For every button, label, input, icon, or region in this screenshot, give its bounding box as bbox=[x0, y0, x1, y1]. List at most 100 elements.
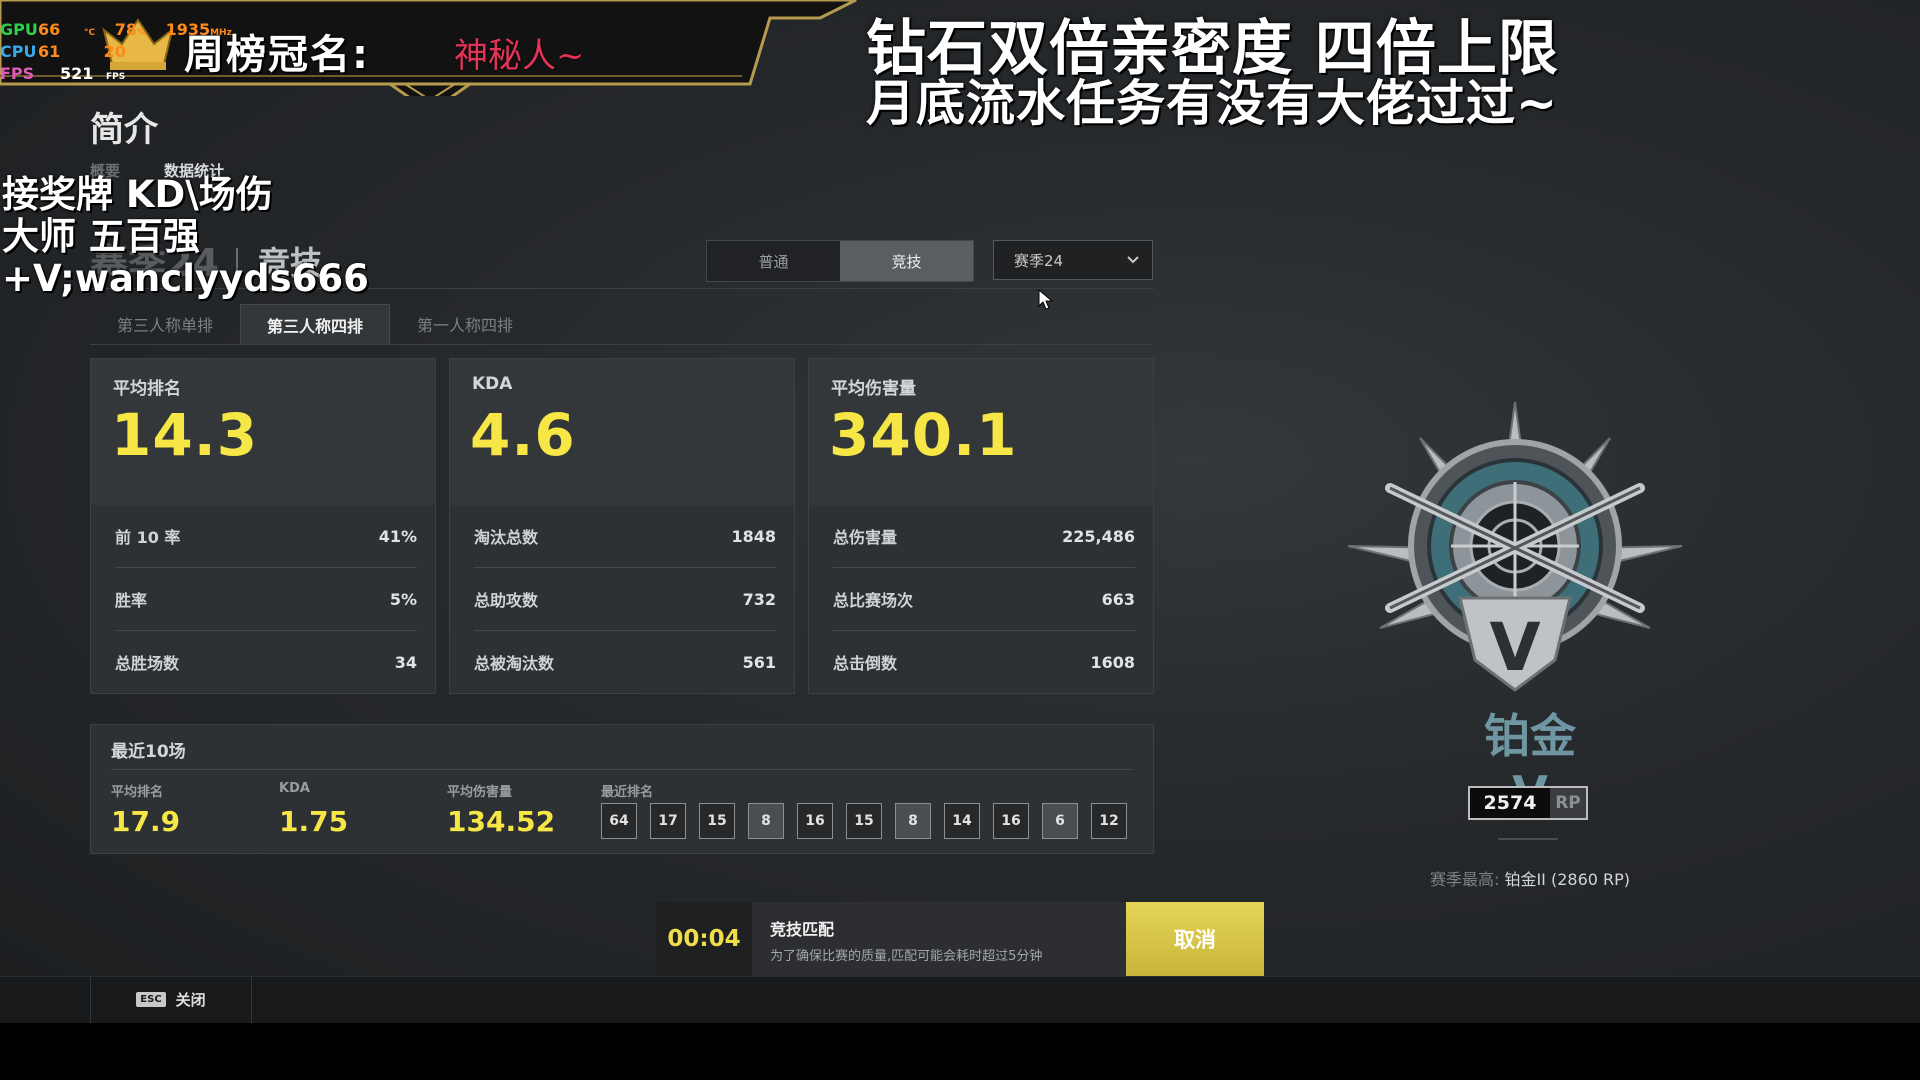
tabs-divider bbox=[90, 344, 1154, 345]
season-best-label: 赛季最高: bbox=[1429, 870, 1500, 889]
hw-value: 66 bbox=[38, 20, 61, 39]
stream-ad-line: 接奖牌 KD\场伤 bbox=[2, 173, 273, 216]
recent-kda-label: KDA bbox=[279, 781, 310, 796]
recent-kda-value: 1.75 bbox=[279, 805, 349, 838]
stat-value: 225,486 bbox=[1062, 526, 1135, 546]
season-select-value: 赛季24 bbox=[1014, 251, 1064, 270]
stat-row: 总胜场数 34 bbox=[115, 631, 417, 693]
card-value: 4.6 bbox=[470, 401, 576, 469]
game-screen: 简介 概要 数据统计 赛季24 竞技 普通 竞技 赛季24 第三人称单排 第三人… bbox=[0, 0, 1920, 1023]
card-value: 340.1 bbox=[829, 401, 1018, 469]
stat-value: 41% bbox=[378, 526, 417, 546]
rp-box: 2574 RP bbox=[1468, 786, 1588, 820]
hw-value: 78 bbox=[114, 20, 137, 39]
season-best-value: 铂金II (2860 RP) bbox=[1504, 870, 1631, 889]
hw-monitor-cpu: CPU61 20 bbox=[0, 42, 126, 61]
tab-fpp-squad[interactable]: 第一人称四排 bbox=[400, 304, 530, 344]
recent-title: 最近10场 bbox=[111, 742, 186, 762]
recent-rank-box: 15 bbox=[699, 803, 735, 839]
stream-announcement-line2: 月底流水任务有没有大佬过过~ bbox=[866, 75, 1559, 132]
hw-value: 61 bbox=[38, 42, 61, 61]
stat-card-avg-rank: 平均排名 14.3 前 10 率 41% 胜率 5% 总胜场数 34 bbox=[90, 358, 436, 694]
mode-normal-button[interactable]: 普通 bbox=[707, 241, 840, 281]
recent-rank-box: 16 bbox=[797, 803, 833, 839]
stat-label: 总助攻数 bbox=[474, 591, 539, 610]
hw-value: 521 bbox=[60, 64, 94, 83]
close-button[interactable]: ESC 关闭 bbox=[90, 976, 252, 1023]
stat-row: 总比赛场次 663 bbox=[833, 568, 1135, 630]
stat-card-kda: KDA 4.6 淘汰总数 1848 总助攻数 732 总被淘汰数 561 bbox=[449, 358, 795, 694]
tab-tpp-solo[interactable]: 第三人称单排 bbox=[100, 304, 230, 344]
stat-label: 淘汰总数 bbox=[474, 528, 539, 547]
tab-tpp-squad[interactable]: 第三人称四排 bbox=[240, 304, 390, 344]
rp-divider bbox=[1498, 838, 1558, 840]
matchmaking-title: 竞技匹配 bbox=[770, 920, 835, 939]
matchmaking-subtitle: 为了确保比赛的质量,匹配可能会耗时超过5分钟 bbox=[770, 949, 1043, 964]
matchmaking-timer: 00:04 bbox=[656, 902, 752, 976]
hw-unit: % bbox=[136, 28, 146, 38]
recent-matches-panel: 最近10场 平均排名 17.9 KDA 1.75 平均伤害量 134.52 最近… bbox=[90, 724, 1154, 854]
mode-ranked-button[interactable]: 竞技 bbox=[840, 241, 973, 281]
stat-value: 34 bbox=[394, 652, 417, 672]
hw-label: FPS bbox=[0, 64, 35, 83]
recent-rank-box: 6 bbox=[1042, 803, 1078, 839]
card-value: 14.3 bbox=[111, 401, 259, 469]
rp-unit: RP bbox=[1550, 788, 1586, 818]
rank-badge-icon: V bbox=[1347, 401, 1683, 692]
recent-rank-box: 64 bbox=[601, 803, 637, 839]
recent-rank-box: 8 bbox=[748, 803, 784, 839]
hw-unit: °C bbox=[84, 28, 96, 38]
stat-row: 总助攻数 732 bbox=[474, 568, 776, 630]
stat-value: 663 bbox=[1101, 589, 1135, 609]
bottom-bar bbox=[0, 976, 1920, 1023]
champion-banner bbox=[0, 0, 857, 96]
hw-label: CPU bbox=[0, 42, 37, 61]
stream-ad-line: 大师 五百强 bbox=[2, 215, 200, 258]
stat-row: 淘汰总数 1848 bbox=[474, 505, 776, 567]
stat-value: 732 bbox=[742, 589, 776, 609]
recent-rank-box: 17 bbox=[650, 803, 686, 839]
stat-label: 前 10 率 bbox=[115, 528, 181, 547]
stat-value: 1608 bbox=[1090, 652, 1135, 672]
hw-unit: MHz bbox=[210, 28, 232, 38]
stat-row: 胜率 5% bbox=[115, 568, 417, 630]
hw-value: 20 bbox=[103, 42, 126, 61]
season-select[interactable]: 赛季24 bbox=[993, 240, 1153, 280]
season-best: 赛季最高: 铂金II (2860 RP) bbox=[1360, 866, 1700, 890]
rank-badge-numeral: V bbox=[1489, 609, 1540, 686]
stat-row: 总击倒数 1608 bbox=[833, 631, 1135, 693]
stat-row: 总伤害量 225,486 bbox=[833, 505, 1135, 567]
recent-rank-box: 12 bbox=[1091, 803, 1127, 839]
champion-name: 神秘人~ bbox=[454, 36, 585, 76]
esc-key-icon: ESC bbox=[136, 992, 166, 1007]
recent-avg-rank-value: 17.9 bbox=[111, 805, 181, 838]
matchmaking-bar: 00:04 竞技匹配 为了确保比赛的质量,匹配可能会耗时超过5分钟 取消 bbox=[656, 902, 1264, 976]
stat-value: 5% bbox=[389, 589, 417, 609]
page-title: 简介 bbox=[90, 110, 158, 150]
recent-rank-box: 8 bbox=[895, 803, 931, 839]
hw-monitor-gpu: GPU66 °C 78% 1935MHz bbox=[0, 20, 232, 39]
recent-rank-box: 14 bbox=[944, 803, 980, 839]
hw-value: 1935 bbox=[165, 20, 211, 39]
recent-divider bbox=[111, 769, 1133, 770]
card-label: KDA bbox=[472, 374, 513, 394]
chevron-down-icon bbox=[1127, 256, 1139, 264]
hw-monitor-fps: FPS 521 FPS bbox=[0, 64, 125, 83]
stream-ad-line: +V;wanclyyds666 bbox=[2, 257, 369, 300]
matchmaking-info: 竞技匹配 为了确保比赛的质量,匹配可能会耗时超过5分钟 bbox=[752, 902, 1126, 976]
stat-value: 1848 bbox=[731, 526, 776, 546]
recent-rank-box: 15 bbox=[846, 803, 882, 839]
cursor-icon bbox=[1038, 289, 1054, 310]
hw-unit: FPS bbox=[106, 72, 126, 82]
hw-label: GPU bbox=[0, 20, 38, 39]
cancel-matchmaking-button[interactable]: 取消 bbox=[1126, 902, 1264, 976]
stat-label: 总被淘汰数 bbox=[474, 654, 555, 673]
recent-avg-damage-label: 平均伤害量 bbox=[447, 785, 513, 800]
recent-avg-rank-label: 平均排名 bbox=[111, 785, 164, 800]
card-label: 平均伤害量 bbox=[831, 379, 916, 399]
stat-value: 561 bbox=[742, 652, 776, 672]
stat-row: 总被淘汰数 561 bbox=[474, 631, 776, 693]
stat-label: 总胜场数 bbox=[115, 654, 180, 673]
stream-ad-text: 接奖牌 KD\场伤 大师 五百强 +V;wanclyyds666 bbox=[2, 174, 369, 300]
card-label: 平均排名 bbox=[113, 379, 181, 399]
